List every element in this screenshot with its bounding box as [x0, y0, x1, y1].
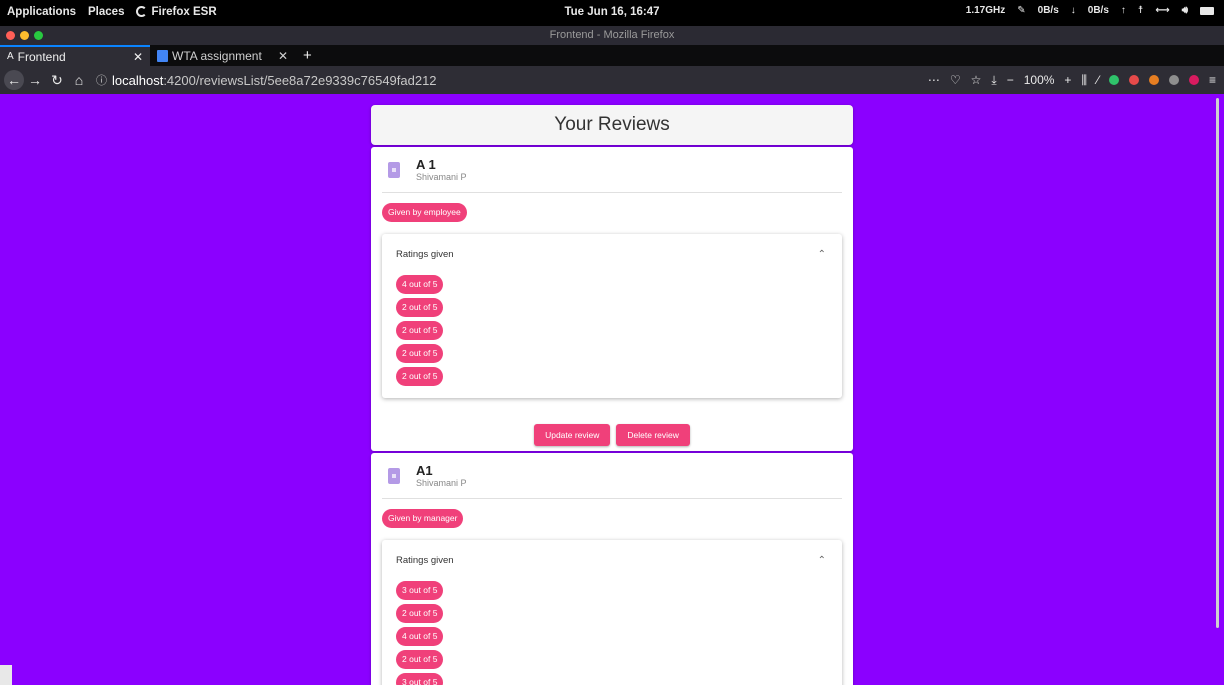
page-actions-icon[interactable]: ⋯ [928, 73, 940, 87]
rating-chip: 3 out of 5 [396, 673, 444, 685]
ratings-panel-label: Ratings given [396, 248, 454, 260]
cpu-frequency: 1.17GHz [965, 5, 1006, 16]
delete-review-button[interactable]: Delete review [616, 424, 690, 446]
url-bar[interactable]: ⓘ localhost:4200/reviewsList/5ee8a72e933… [96, 72, 816, 88]
system-top-bar: Applications Places Firefox ESR Tue Jun … [0, 0, 1224, 26]
window-titlebar: Frontend - Mozilla Firefox [0, 26, 1224, 45]
rating-chip: 2 out of 5 [396, 650, 444, 669]
chevron-up-icon[interactable]: ⌃ [818, 555, 826, 566]
page-viewport[interactable]: Your Reviews A 1 Shivamani P Given by em… [0, 94, 1224, 685]
zoom-out-button[interactable]: − [1007, 73, 1014, 87]
ratings-panel-header[interactable]: Ratings given ⌃ [396, 234, 828, 274]
home-button[interactable]: ⌂ [68, 72, 90, 88]
window-title: Frontend - Mozilla Firefox [549, 29, 675, 41]
review-title: A1 [416, 463, 433, 478]
pen-icon: ✎ [1017, 5, 1026, 16]
extension-cube-icon[interactable] [1168, 75, 1179, 85]
update-review-button[interactable]: Update review [534, 424, 611, 446]
close-tab-icon[interactable]: ✕ [133, 50, 143, 64]
page-title: Your Reviews [371, 105, 853, 145]
angular-favicon-icon: A [7, 51, 14, 62]
chevron-up-icon[interactable]: ⌃ [818, 249, 826, 260]
accessibility-icon[interactable]: ☨ [1138, 5, 1143, 16]
rating-chip: 2 out of 5 [396, 344, 444, 363]
reviews-column: Your Reviews A 1 Shivamani P Given by em… [371, 105, 853, 685]
volume-icon[interactable]: 🔊︎ [1182, 5, 1188, 16]
ratings-expansion-panel: Ratings given ⌃ 3 out of 5 2 out of 5 4 … [382, 540, 842, 685]
tab-frontend[interactable]: A Frontend ✕ [0, 45, 150, 66]
menu-icon[interactable]: ≡ [1209, 73, 1216, 87]
review-card: A1 Shivamani P Given by manager Ratings … [371, 453, 853, 685]
ratings-panel-header[interactable]: Ratings given ⌃ [396, 540, 828, 580]
rating-chip: 2 out of 5 [396, 367, 444, 386]
ratings-list: 4 out of 5 2 out of 5 2 out of 5 2 out o… [396, 274, 828, 398]
tab-title: WTA assignment [172, 48, 262, 63]
back-button[interactable]: ← [4, 70, 24, 90]
review-author: Shivamani P [416, 172, 467, 182]
rating-chip: 2 out of 5 [396, 604, 444, 623]
upload-arrow-icon: ↑ [1120, 5, 1126, 16]
library-icon[interactable]: ⫼ [1081, 73, 1087, 88]
info-icon[interactable]: ⓘ [96, 72, 107, 88]
document-icon [388, 161, 400, 178]
extension-red-icon[interactable] [1188, 75, 1199, 85]
zoom-level[interactable]: 100% [1024, 73, 1055, 87]
rating-chip: 4 out of 5 [396, 275, 444, 294]
url-path: :4200/reviewsList/5ee8a72e9339c76549fad2… [163, 72, 437, 88]
review-card: A 1 Shivamani P Given by employee Rating… [371, 147, 853, 451]
review-actions: Update review Delete review [382, 424, 842, 446]
download-arrow-icon: ↓ [1070, 5, 1076, 16]
given-by-chip: Given by manager [382, 509, 464, 528]
rating-chip: 4 out of 5 [396, 627, 444, 646]
pen-icon[interactable]: ⁄ [1097, 73, 1099, 87]
url-host: localhost [112, 72, 164, 88]
review-author: Shivamani P [416, 478, 467, 488]
close-window-button[interactable] [6, 31, 15, 40]
battery-icon[interactable] [1200, 6, 1214, 15]
zoom-in-button[interactable]: + [1064, 73, 1071, 87]
document-icon [388, 467, 400, 484]
extension-palette-icon[interactable] [1148, 75, 1159, 85]
navigation-bar: ← → ↻ ⌂ ⓘ localhost:4200/reviewsList/5ee… [0, 66, 1224, 94]
maximize-window-button[interactable] [34, 31, 43, 40]
bookmark-star-icon[interactable]: ☆ [971, 73, 982, 87]
rating-chip: 3 out of 5 [396, 581, 444, 600]
network-icon[interactable]: ⟷ [1155, 5, 1169, 16]
tab-title: Frontend [17, 49, 66, 64]
rating-chip: 2 out of 5 [396, 298, 444, 317]
pocket-icon[interactable]: ♡ [950, 73, 961, 87]
rating-chip: 2 out of 5 [396, 321, 444, 340]
forward-button[interactable]: → [24, 72, 46, 88]
google-docs-icon [157, 49, 168, 62]
tab-strip: A Frontend ✕ WTA assignment ✕ + [0, 45, 1224, 66]
downloads-icon[interactable]: ⤓ [991, 73, 996, 88]
scroll-corner [0, 665, 12, 685]
extension-green-icon[interactable] [1108, 75, 1119, 85]
new-tab-button[interactable]: + [295, 45, 320, 66]
close-tab-icon[interactable]: ✕ [278, 49, 288, 63]
review-card-header: A1 Shivamani P [382, 453, 842, 499]
ratings-expansion-panel: Ratings given ⌃ 4 out of 5 2 out of 5 2 … [382, 234, 842, 398]
review-card-header: A 1 Shivamani P [382, 147, 842, 193]
given-by-chip: Given by employee [382, 203, 467, 222]
clock[interactable]: Tue Jun 16, 16:47 [564, 6, 659, 18]
ratings-list: 3 out of 5 2 out of 5 4 out of 5 2 out o… [396, 580, 828, 685]
net-down-speed: 0B/s [1037, 5, 1059, 16]
ratings-panel-label: Ratings given [396, 554, 454, 566]
review-title: A 1 [416, 157, 436, 172]
minimize-window-button[interactable] [20, 31, 29, 40]
reload-button[interactable]: ↻ [46, 72, 68, 89]
extension-adblock-icon[interactable] [1128, 75, 1139, 85]
tab-wta-assignment[interactable]: WTA assignment ✕ [150, 45, 295, 66]
scrollbar[interactable] [1216, 98, 1219, 628]
net-up-speed: 0B/s [1087, 5, 1109, 16]
